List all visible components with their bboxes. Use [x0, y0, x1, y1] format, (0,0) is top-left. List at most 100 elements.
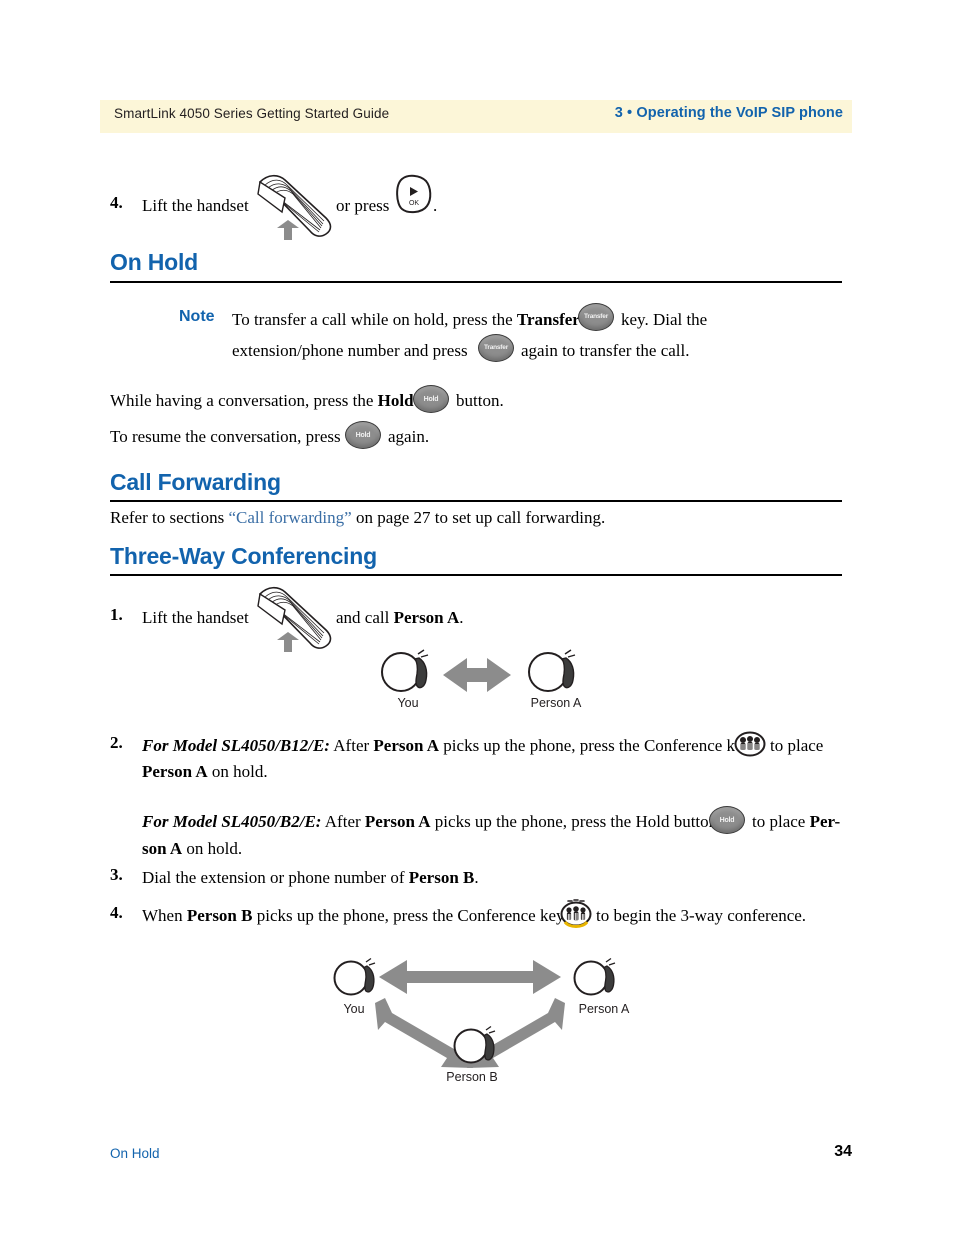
call-forwarding-text-b: on page 27 to set up call forwarding. — [351, 508, 606, 527]
step-4-text-a: When Person B picks up the phone, press … — [142, 903, 565, 929]
step-4-person-b: Person B — [186, 906, 253, 925]
step-2-after: After — [329, 736, 374, 755]
rule-under-on-hold — [110, 281, 842, 283]
hold-key-icon-2[interactable]: Hold — [345, 421, 381, 449]
step-1-text-a: Lift the handset — [142, 608, 249, 627]
step-2-after-2: After — [321, 812, 365, 831]
person-icon-you-3way — [333, 957, 376, 996]
footer-section-label: On Hold — [110, 1146, 160, 1161]
transfer-key-icon-2[interactable]: Transfer — [478, 334, 514, 362]
step-2-line-2: Person A on hold. — [142, 759, 268, 785]
step-2-line-1: For Model SL4050/B12/E: After Person A p… — [142, 733, 751, 759]
heading-three-way-conferencing: Three-Way Conferencing — [110, 543, 377, 569]
label-person-b-3way: Person B — [446, 1070, 498, 1084]
step-4-when: When — [142, 906, 187, 925]
note-label: Note — [179, 308, 215, 325]
handset-illustration-step1 — [248, 580, 348, 657]
step-2-model-b2e: For Model SL4050/B2/E: — [142, 812, 322, 831]
svg-text:OK: OK — [409, 200, 419, 207]
heading-on-hold: On Hold — [110, 249, 199, 275]
hold-key-label-2: Hold — [355, 431, 371, 439]
step-2-on-hold-2: on hold. — [182, 839, 243, 858]
on-hold-p1-b: button. — [456, 391, 504, 410]
rule-under-three-way — [110, 574, 842, 576]
conference-key-icon-2[interactable] — [559, 898, 593, 935]
document-page: SmartLink 4050 Series Getting Started Gu… — [0, 0, 954, 1235]
step-2-son-a: son A — [142, 839, 183, 858]
step-2-person-a-1: Person A — [373, 736, 440, 755]
step-number-2: 2. — [110, 733, 123, 752]
ok-navigation-key-icon[interactable]: OK — [394, 173, 432, 214]
step-4-text-c: to begin the 3-way conference. — [596, 906, 807, 925]
label-you-two-party: You — [397, 696, 419, 710]
two-way-arrow — [443, 658, 511, 692]
person-icon-person-b-3way — [453, 1025, 496, 1064]
step-2-to-place-2: to place — [752, 812, 810, 831]
person-icon-person-a-3way — [573, 957, 616, 996]
label-person-a-two-party: Person A — [530, 696, 582, 710]
step-1-and-call: and call — [336, 608, 394, 627]
step-2-line1-b: picks up the phone, press the Conference… — [439, 736, 752, 755]
step-3-b: . — [474, 868, 479, 887]
header-guide-title: SmartLink 4050 Series Getting Started Gu… — [114, 106, 390, 121]
step-1-text-b: and call Person A. — [336, 605, 463, 631]
note-line-1-part-b: key. Dial the — [621, 310, 708, 329]
step-number-3: 3. — [110, 865, 123, 884]
on-hold-p1-a: While having a conversation, press the — [110, 391, 378, 410]
on-hold-paragraph-2-a: To resume the conversation, press — [110, 427, 341, 446]
hold-key-icon-1[interactable]: Hold — [413, 385, 449, 413]
call-forwarding-cross-reference-link[interactable]: “Call forwarding” — [229, 508, 352, 527]
step-2-line-3-tail: to place Per- — [752, 809, 840, 835]
on-hold-paragraph-2-b: again. — [388, 427, 430, 446]
on-hold-paragraph-1: While having a conversation, press the H… — [110, 388, 414, 414]
rule-under-call-forwarding — [110, 500, 842, 502]
hold-key-icon-3[interactable]: Hold — [709, 806, 745, 834]
step-2-person-a-3: Person A — [364, 812, 431, 831]
heading-call-forwarding: Call Forwarding — [110, 469, 281, 495]
step-4-b: picks up the phone, press the Conference… — [252, 906, 565, 925]
step-2-line-3: For Model SL4050/B2/E: After Person A pi… — [142, 809, 717, 835]
step-1-period: . — [459, 608, 464, 627]
label-you-3way: You — [343, 1002, 365, 1016]
conference-key-icon-1[interactable] — [734, 731, 766, 762]
diagram-three-party-conference: You Person A Person B — [325, 950, 635, 1084]
diagram-two-party-call: You Person A — [375, 646, 585, 727]
note-line-2-part-b: again to transfer the call. — [521, 341, 690, 360]
step-number-4-bottom: 4. — [110, 903, 123, 922]
header-chapter-title: 3 • Operating the VoIP SIP phone — [614, 105, 843, 121]
step-2-model-b12e: For Model SL4050/B12/E: — [142, 736, 330, 755]
person-icon-person-a — [528, 649, 576, 692]
call-forwarding-paragraph: Refer to sections “Call forwarding” on p… — [110, 505, 605, 531]
step-4-top-text-middle: or press — [336, 196, 390, 215]
transfer-key-icon-1[interactable]: Transfer — [578, 303, 614, 331]
note-line-1-part-a: To transfer a call while on hold, press … — [232, 310, 517, 329]
step-3-person-b: Person B — [408, 868, 475, 887]
step-2-per-hyphen: Per- — [809, 812, 841, 831]
step-3-a: Dial the extension or phone number of — [142, 868, 409, 887]
call-forwarding-text-a: Refer to sections — [110, 508, 229, 527]
on-hold-p1-hold-word: Hold — [377, 391, 414, 410]
step-4-top-period: . — [433, 196, 438, 215]
transfer-key-label-1: Transfer — [583, 312, 609, 320]
step-1-person-a: Person A — [393, 608, 460, 627]
label-person-a-3way: Person A — [578, 1002, 630, 1016]
step-number-1: 1. — [110, 605, 123, 624]
page-header-band: SmartLink 4050 Series Getting Started Gu… — [100, 100, 852, 133]
step-2-line3-b: picks up the phone, press the Hold butto… — [430, 812, 718, 831]
step-4-top-text-before: Lift the handset — [142, 196, 249, 215]
step-3-text: Dial the extension or phone number of Pe… — [142, 865, 479, 891]
step-2-line-4: son A on hold. — [142, 836, 242, 862]
footer-page-number: 34 — [834, 1143, 852, 1160]
step-2-to-place: to place — [770, 736, 824, 755]
handset-illustration-top — [248, 168, 348, 245]
step-2-person-a-2: Person A — [142, 762, 208, 781]
hold-key-label-3: Hold — [719, 816, 735, 824]
hold-key-label-1: Hold — [423, 395, 439, 403]
note-line-1-transfer-word: Transfer — [516, 310, 580, 329]
person-icon-you — [381, 649, 429, 692]
note-line-2-part-a: extension/phone number and press — [232, 341, 468, 360]
transfer-key-label-2: Transfer — [483, 343, 509, 351]
arrow-you-person-a — [379, 960, 561, 994]
note-line-1: To transfer a call while on hold, press … — [232, 307, 832, 333]
step-2-on-hold: on hold. — [207, 762, 268, 781]
